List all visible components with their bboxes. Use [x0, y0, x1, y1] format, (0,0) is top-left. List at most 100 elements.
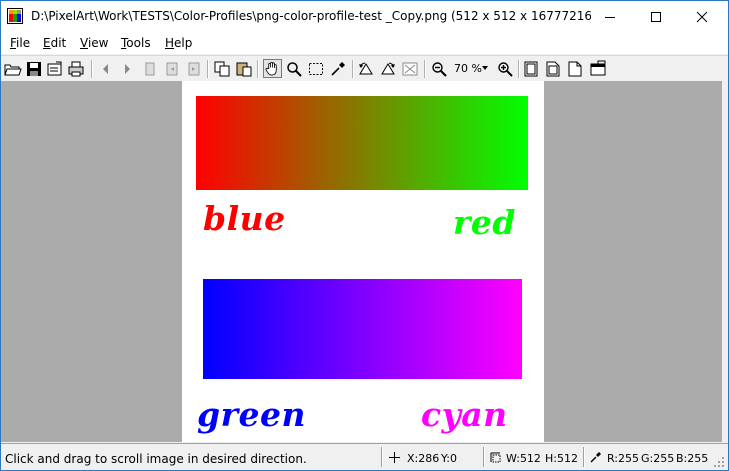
pixel-red: R:255	[607, 452, 640, 465]
eyedropper-small-icon	[590, 452, 601, 463]
copy-button[interactable]	[213, 60, 231, 78]
menu-view-accel: V	[80, 36, 88, 50]
first-page-button[interactable]	[163, 60, 181, 78]
hand-tool-button[interactable]	[263, 59, 282, 78]
arrow-left-icon	[103, 64, 108, 74]
effects-button[interactable]	[401, 60, 419, 78]
save-button[interactable]	[25, 60, 43, 78]
image-viewer-window: D:\PixelArt\Work\TESTS\Color-Profiles\pn…	[0, 0, 729, 471]
paste-icon	[236, 62, 252, 77]
image-viewport[interactable]: blue red green cyan	[1, 81, 724, 442]
magnify-tool-button[interactable]	[285, 60, 303, 78]
open-button[interactable]	[4, 60, 22, 78]
label-cyan: cyan	[421, 395, 508, 434]
menu-file[interactable]: File	[10, 36, 30, 50]
printer-icon	[68, 61, 84, 77]
page-button[interactable]	[141, 60, 159, 78]
menu-edit[interactable]: Edit	[43, 36, 66, 50]
window-title: D:\PixelArt\Work\TESTS\Color-Profiles\pn…	[31, 9, 591, 23]
properties-button[interactable]	[46, 60, 64, 78]
color-picker-button[interactable]	[329, 60, 347, 78]
rotate-left-button[interactable]	[357, 60, 375, 78]
status-bar: Click and drag to scroll image in desire…	[1, 443, 728, 470]
effects-icon	[402, 62, 418, 76]
print-button[interactable]	[67, 60, 85, 78]
menu-help-accel: H	[165, 36, 175, 50]
hand-icon	[265, 61, 277, 76]
eyedropper-icon	[331, 62, 345, 76]
zoom-out-icon	[432, 62, 447, 77]
cursor-y: Y:0	[441, 452, 457, 465]
resize-grip-icon[interactable]	[713, 456, 725, 468]
menu-help[interactable]: Help	[165, 36, 192, 50]
vertical-scrollbar[interactable]	[722, 81, 728, 442]
blue-magenta-gradient	[203, 279, 522, 379]
actual-size-button[interactable]	[566, 60, 584, 78]
label-green: green	[197, 395, 306, 434]
folder-open-icon	[4, 64, 22, 76]
rotate-right-button[interactable]	[379, 60, 397, 78]
close-button[interactable]	[679, 1, 725, 32]
menu-view-label: iew	[87, 36, 109, 50]
fit-width-button[interactable]	[544, 60, 562, 78]
maximize-icon	[651, 11, 661, 22]
page-icon	[145, 62, 155, 76]
last-page-button[interactable]	[185, 60, 203, 78]
menu-tools-label: ools	[126, 36, 151, 50]
zoom-out-button[interactable]	[430, 60, 448, 78]
menu-view[interactable]: View	[80, 36, 108, 50]
page-back-icon	[166, 62, 178, 76]
image-height: H:512	[545, 452, 578, 465]
zoom-level[interactable]: 70 %	[454, 62, 482, 75]
pixel-blue: B:255	[676, 452, 709, 465]
image-size-icon	[490, 452, 501, 463]
previous-button[interactable]	[97, 60, 115, 78]
paste-button[interactable]	[235, 60, 253, 78]
zoom-in-icon	[498, 62, 513, 77]
rotate-left-icon	[359, 62, 373, 75]
magnifier-icon	[287, 62, 302, 77]
maximize-button[interactable]	[633, 1, 679, 32]
zoom-dropdown-chevron-icon[interactable]	[482, 66, 488, 70]
menu-bar: File Edit View Tools Help	[1, 32, 728, 54]
select-tool-button[interactable]	[307, 60, 325, 78]
status-separator	[381, 447, 383, 467]
page-blank-icon	[568, 61, 582, 77]
menu-edit-accel: E	[43, 36, 51, 50]
rotate-right-icon	[381, 62, 395, 75]
zoom-in-button[interactable]	[496, 60, 514, 78]
menu-help-label: elp	[174, 36, 193, 50]
toolbar-separator	[207, 60, 209, 78]
image-width: W:512	[506, 452, 541, 465]
image-canvas[interactable]: blue red green cyan	[182, 81, 544, 442]
floppy-icon	[27, 62, 41, 76]
app-icon[interactable]	[7, 8, 23, 24]
window-icon	[590, 60, 606, 76]
page-width-icon	[546, 61, 560, 77]
toolbar: 70 %	[1, 55, 728, 82]
toolbar-separator	[91, 60, 93, 78]
crosshair-icon	[389, 452, 400, 463]
menu-tools[interactable]: Tools	[121, 36, 151, 50]
label-blue: blue	[203, 199, 286, 238]
status-message: Click and drag to scroll image in desire…	[5, 452, 307, 466]
menu-file-label: ile	[16, 36, 31, 50]
window-mode-button[interactable]	[589, 60, 607, 78]
menu-edit-label: dit	[50, 36, 67, 50]
page-forward-icon	[188, 62, 200, 76]
toolbar-separator	[518, 60, 520, 78]
title-bar[interactable]: D:\PixelArt\Work\TESTS\Color-Profiles\pn…	[1, 1, 728, 32]
copy-icon	[214, 61, 230, 77]
label-red: red	[453, 203, 516, 242]
toolbar-separator	[424, 60, 426, 78]
pixel-green: G:255	[641, 452, 675, 465]
red-green-gradient	[196, 96, 528, 190]
fit-view-button[interactable]	[522, 60, 540, 78]
minimize-button[interactable]	[587, 1, 633, 32]
marquee-select-icon	[309, 63, 323, 75]
status-separator	[483, 447, 485, 467]
properties-icon	[47, 61, 62, 76]
toolbar-separator	[352, 60, 354, 78]
arrow-right-icon	[125, 64, 130, 74]
next-button[interactable]	[118, 60, 136, 78]
